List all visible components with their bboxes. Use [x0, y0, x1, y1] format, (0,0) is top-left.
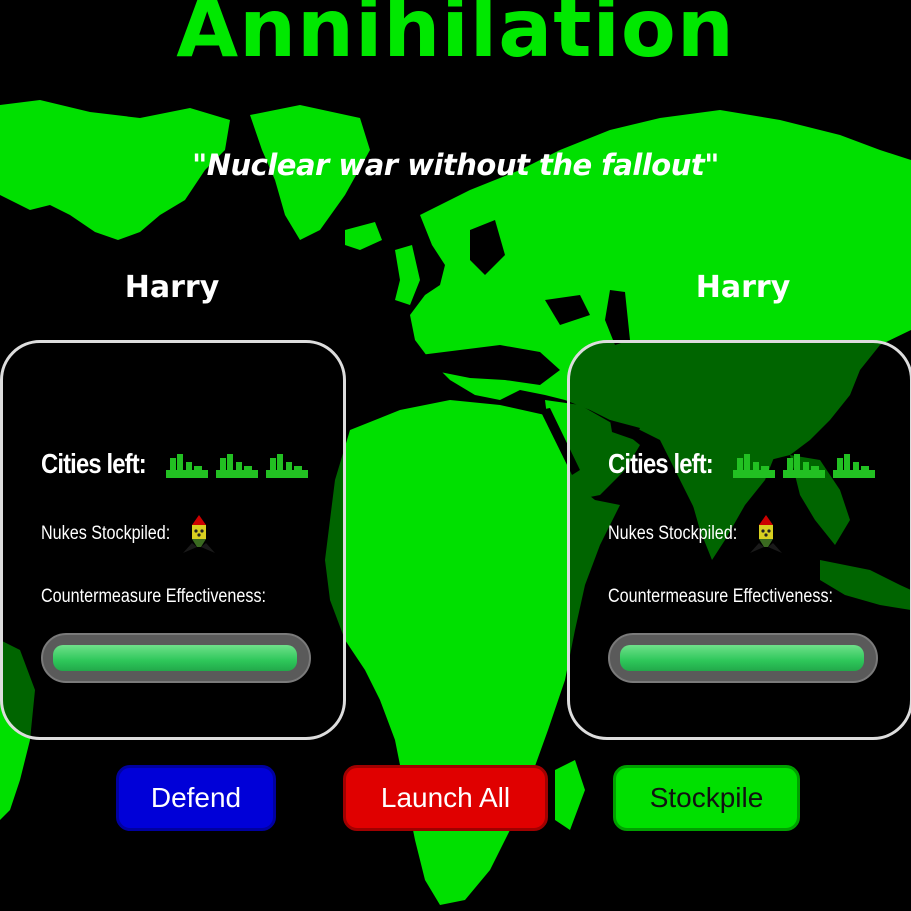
city-skyline-icon	[783, 454, 826, 478]
city-icons	[725, 450, 876, 478]
city-skyline-icon	[166, 454, 209, 478]
cities-left-label: Cities left:	[41, 448, 147, 479]
cities-left-label: Cities left:	[608, 448, 714, 479]
city-skyline-icon	[266, 454, 309, 478]
countermeasure-bar	[41, 633, 311, 683]
map-uk	[395, 245, 420, 305]
player2-name: Harry	[695, 270, 791, 305]
countermeasure-label: Countermeasure Effectiveness:	[41, 586, 267, 607]
player1-name: Harry	[124, 270, 220, 305]
countermeasure-label: Countermeasure Effectiveness:	[608, 586, 834, 607]
nukes-row: Nukes Stockpiled:	[608, 513, 786, 555]
city-skyline-icon	[833, 454, 876, 478]
nuke-warhead-icon	[183, 515, 216, 553]
city-icons	[158, 450, 309, 478]
stockpile-button[interactable]: Stockpile	[613, 765, 800, 831]
nuke-icons	[750, 513, 786, 555]
game-tagline: "Nuclear war without the fallout"	[192, 148, 719, 182]
nukes-stockpiled-label: Nukes Stockpiled:	[41, 523, 171, 544]
countermeasure-bar	[608, 633, 878, 683]
nuke-warhead-icon	[750, 515, 783, 553]
cities-row: Cities left:	[608, 448, 876, 480]
countermeasure-bar-fill	[53, 645, 297, 671]
nuke-icons	[183, 513, 219, 555]
city-skyline-icon	[216, 454, 259, 478]
cities-row: Cities left:	[41, 448, 309, 480]
nukes-row: Nukes Stockpiled:	[41, 513, 219, 555]
city-skyline-icon	[733, 454, 776, 478]
player1-panel: Cities left: Nukes Stockpiled: Counterme…	[0, 340, 346, 740]
launch-all-button[interactable]: Launch All	[343, 765, 548, 831]
nukes-stockpiled-label: Nukes Stockpiled:	[608, 523, 738, 544]
player2-panel: Cities left: Nukes Stockpiled: Counterme…	[567, 340, 911, 740]
defend-button[interactable]: Defend	[116, 765, 276, 831]
game-title: Annihilation	[176, 0, 735, 75]
map-madagascar	[555, 760, 585, 830]
map-iceland	[345, 222, 382, 250]
countermeasure-bar-fill	[620, 645, 864, 671]
